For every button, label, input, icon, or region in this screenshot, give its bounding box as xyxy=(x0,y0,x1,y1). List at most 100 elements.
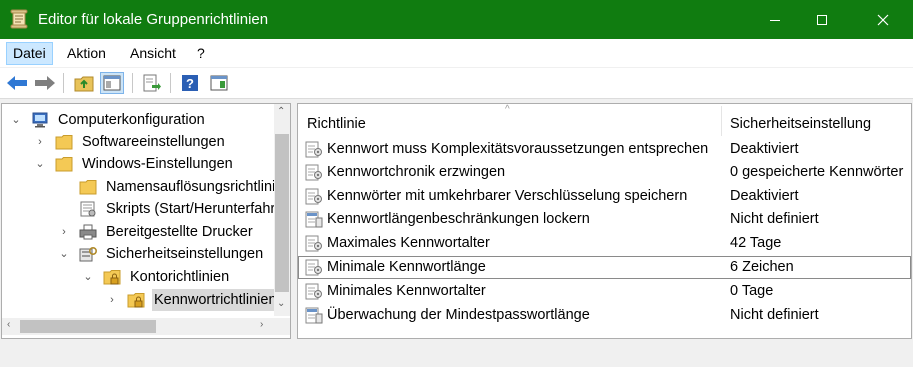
menu-help[interactable]: ? xyxy=(191,42,211,65)
column-header-richtlinie[interactable]: Richtlinie xyxy=(307,104,366,138)
policy-value: 0 gespeicherte Kennwörter xyxy=(730,164,904,180)
column-divider[interactable] xyxy=(721,106,722,136)
help-button[interactable]: ? xyxy=(178,72,202,94)
policy-name: Kennwort muss Komplexitätsvoraussetzunge… xyxy=(327,141,709,157)
forward-button[interactable] xyxy=(33,72,57,94)
export-list-icon xyxy=(143,74,161,92)
tree-vertical-scrollbar[interactable]: ⌃ ⌄ xyxy=(274,104,290,316)
list-item[interactable]: Überwachung der Mindestpasswortlänge Nic… xyxy=(298,304,911,327)
show-hide-console-tree-button[interactable] xyxy=(100,72,124,94)
printer-icon xyxy=(79,224,97,240)
tree-vertical-scroll-thumb[interactable] xyxy=(275,134,289,292)
toolbar: ? xyxy=(0,68,913,99)
tree-item-label: Windows-Einstellungen xyxy=(82,156,233,172)
window-title: Editor für lokale Gruppenrichtlinien xyxy=(38,11,269,28)
chevron-down-icon[interactable]: ⌄ xyxy=(82,266,94,288)
tree-item-label: Kennwortrichtlinien xyxy=(152,289,279,311)
policy-icon xyxy=(305,283,323,300)
menu-datei[interactable]: Datei xyxy=(6,42,53,65)
help-icon: ? xyxy=(182,75,198,91)
list-item[interactable]: Kennwort muss Komplexitätsvoraussetzunge… xyxy=(298,138,911,161)
show-hide-tree-icon xyxy=(103,75,121,91)
policy-value: 42 Tage xyxy=(730,235,782,251)
menu-ansicht[interactable]: Ansicht xyxy=(124,42,182,65)
security-icon xyxy=(79,246,98,262)
policy-name: Kennwortlängenbeschränkungen lockern xyxy=(327,211,590,227)
menu-aktion[interactable]: Aktion xyxy=(61,42,112,65)
policy-name: Maximales Kennwortalter xyxy=(327,235,490,251)
list-item[interactable]: Minimales Kennwortalter 0 Tage xyxy=(298,280,911,303)
list-item[interactable]: Kennwortlängenbeschränkungen lockern Nic… xyxy=(298,208,911,231)
tree-item-label: Computerkonfiguration xyxy=(58,112,205,128)
policy-value: Nicht definiert xyxy=(730,211,819,227)
scrollbar-corner xyxy=(274,318,290,335)
policy-value: Deaktiviert xyxy=(730,188,799,204)
menu-bar: Datei Aktion Ansicht ? xyxy=(0,39,913,68)
policy-value: Deaktiviert xyxy=(730,141,799,157)
chevron-down-icon[interactable]: ⌄ xyxy=(58,243,70,265)
column-header-sicherheitseinstellung[interactable]: Sicherheitseinstellung xyxy=(730,104,871,138)
tree-horizontal-scrollbar[interactable]: ‹ › xyxy=(2,318,274,335)
scroll-right-arrow-icon[interactable]: › xyxy=(260,319,263,330)
list-item[interactable]: Maximales Kennwortalter 42 Tage xyxy=(298,232,911,255)
tree-item-label: Bereitgestellte Drucker xyxy=(106,224,253,240)
minimize-button[interactable] xyxy=(752,0,798,39)
policy-name: Kennwortchronik erzwingen xyxy=(327,164,506,180)
maximize-button[interactable] xyxy=(799,0,845,39)
chevron-down-icon[interactable]: ⌄ xyxy=(10,109,22,131)
svg-text:?: ? xyxy=(186,76,194,91)
policy-value: 0 Tage xyxy=(730,283,774,299)
back-button[interactable] xyxy=(5,72,29,94)
policy-icon xyxy=(305,235,323,252)
policy-icon xyxy=(305,259,323,276)
list-item[interactable]: Kennwörter mit umkehrbarer Verschlüsselu… xyxy=(298,185,911,208)
policy-value: 6 Zeichen xyxy=(730,259,794,275)
folder-lock-icon xyxy=(127,292,145,308)
export-list-button[interactable] xyxy=(140,72,164,94)
script-icon xyxy=(79,201,97,217)
chevron-right-icon[interactable]: › xyxy=(58,221,70,243)
console-tree-pane[interactable]: ⌄ Computerkonfiguration › Softwareeinste… xyxy=(1,103,291,339)
scroll-up-arrow-icon[interactable]: ⌃ xyxy=(277,106,285,117)
policy-name: Kennwörter mit umkehrbarer Verschlüsselu… xyxy=(327,188,688,204)
folder-icon xyxy=(79,179,97,195)
policy-name: Überwachung der Mindestpasswortlänge xyxy=(327,307,590,323)
list-item[interactable]: Kennwortchronik erzwingen 0 gespeicherte… xyxy=(298,161,911,184)
group-policy-app-icon xyxy=(10,9,28,29)
tree-item-label: Sicherheitseinstellungen xyxy=(106,246,264,262)
list-item-focused[interactable]: Minimale Kennwortlänge 6 Zeichen xyxy=(298,256,911,279)
title-bar: Editor für lokale Gruppenrichtlinien xyxy=(0,0,913,39)
status-bar xyxy=(0,341,913,367)
chevron-down-icon[interactable]: ⌄ xyxy=(34,153,46,175)
sort-ascending-icon: ^ xyxy=(505,104,510,115)
tree-item-label: Namensauflösungsrichtlinie xyxy=(106,179,284,195)
tree-horizontal-scroll-thumb[interactable] xyxy=(20,320,156,333)
forward-arrow-icon xyxy=(35,76,55,90)
folder-icon xyxy=(55,156,73,172)
main-window: Editor für lokale Gruppenrichtlinien Dat… xyxy=(0,0,913,367)
tree-item-label: Softwareeinstellungen xyxy=(82,134,225,150)
policy-icon xyxy=(305,141,323,158)
scroll-down-arrow-icon[interactable]: ⌄ xyxy=(277,298,285,309)
computer-icon xyxy=(31,112,49,128)
tree-item-label: Kontorichtlinien xyxy=(130,269,230,285)
tree-item-label: Skripts (Start/Herunterfahren) xyxy=(106,201,291,217)
scroll-left-arrow-icon[interactable]: ‹ xyxy=(7,319,10,330)
policy-icon xyxy=(305,188,323,205)
folder-up-icon xyxy=(74,76,94,92)
folder-icon xyxy=(55,134,73,150)
close-button[interactable] xyxy=(853,0,913,39)
policy-name: Minimale Kennwortlänge xyxy=(327,259,486,275)
policy-doc-icon xyxy=(305,211,323,228)
back-arrow-icon xyxy=(7,76,27,90)
properties-view-button[interactable] xyxy=(207,72,231,94)
up-one-level-button[interactable] xyxy=(72,72,96,94)
toolbar-separator xyxy=(132,73,133,93)
policy-list-pane[interactable]: ^ Richtlinie Sicherheitseinstellung Kenn… xyxy=(297,103,912,339)
policy-icon xyxy=(305,164,323,181)
policy-name: Minimales Kennwortalter xyxy=(327,283,486,299)
chevron-right-icon[interactable]: › xyxy=(106,289,118,311)
toolbar-separator xyxy=(170,73,171,93)
chevron-right-icon[interactable]: › xyxy=(34,131,46,153)
policy-doc-icon xyxy=(305,307,323,324)
